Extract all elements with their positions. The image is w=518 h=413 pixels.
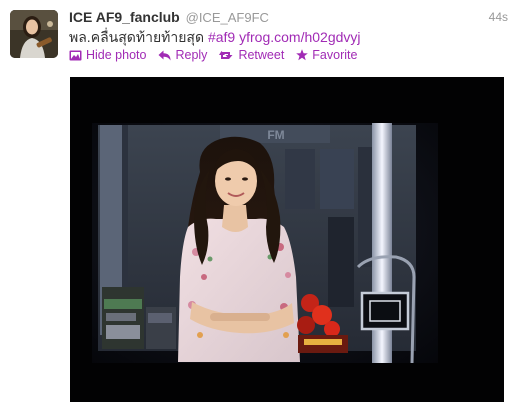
screen-name[interactable]: @ICE_AF9FC bbox=[186, 10, 269, 25]
favorite-button[interactable]: Favorite bbox=[296, 48, 357, 62]
sign-text: FM bbox=[267, 128, 284, 142]
hide-photo-button[interactable]: Hide photo bbox=[69, 48, 146, 62]
tweet-photo[interactable]: FM bbox=[70, 77, 504, 402]
retweet-label: Retweet bbox=[238, 48, 285, 62]
tweet: ICE AF9_fanclub @ICE_AF9FC 44s พล.คลื่นส… bbox=[0, 0, 518, 413]
favorite-label: Favorite bbox=[312, 48, 358, 62]
tweet-text-plain: พล.คลื่นสุดท้ายท้ายสุด bbox=[69, 29, 205, 45]
tweet-header: ICE AF9_fanclub @ICE_AF9FC bbox=[69, 8, 269, 26]
tweet-actions: Hide photo Reply Retweet Favorite bbox=[69, 47, 369, 63]
hashtag-link[interactable]: #af9 bbox=[208, 29, 235, 45]
next-item-fragment bbox=[70, 407, 80, 413]
reply-button[interactable]: Reply bbox=[158, 48, 207, 62]
reply-label: Reply bbox=[175, 48, 208, 62]
hide-photo-label: Hide photo bbox=[86, 48, 147, 62]
photo-link[interactable]: yfrog.com/h02gdvyj bbox=[239, 29, 360, 45]
reply-icon bbox=[158, 50, 171, 60]
display-name[interactable]: ICE AF9_fanclub bbox=[69, 9, 180, 25]
tweet-text: พล.คลื่นสุดท้ายท้ายสุด #af9 yfrog.com/h0… bbox=[69, 28, 361, 46]
star-icon bbox=[296, 49, 309, 61]
retweet-icon bbox=[219, 50, 233, 59]
timestamp[interactable]: 44s bbox=[489, 10, 508, 24]
avatar[interactable] bbox=[10, 10, 58, 58]
photo-icon bbox=[69, 50, 82, 60]
retweet-button[interactable]: Retweet bbox=[219, 48, 284, 62]
photo-image: FM bbox=[70, 77, 504, 402]
